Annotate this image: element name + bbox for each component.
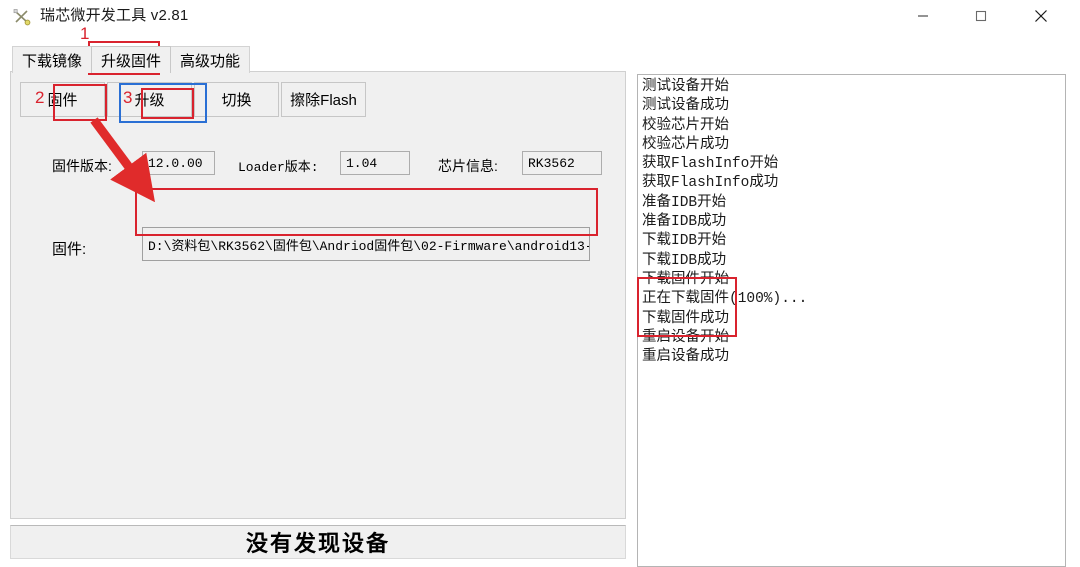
button-label: 固件	[47, 92, 78, 109]
minimize-button[interactable]	[900, 0, 946, 32]
window-body: 下载镜像 升级固件 高级功能 固件 升级 切换 擦除Flash 固件版本: 12…	[0, 33, 1080, 567]
close-icon	[1035, 10, 1047, 22]
tab-upgrade-firmware[interactable]: 升级固件	[91, 46, 172, 73]
tab-label: 高级功能	[180, 52, 241, 70]
window-title: 瑞芯微开发工具 v2.81	[40, 7, 189, 24]
firmware-version-label: 固件版本:	[52, 158, 112, 174]
tools-icon	[12, 7, 32, 27]
log-line: 校验芯片成功	[642, 136, 729, 153]
log-line: 测试设备成功	[642, 98, 729, 115]
log-line: 重启设备开始	[642, 329, 729, 346]
log-line: 获取FlashInfo成功	[642, 175, 779, 192]
log-line: 测试设备开始	[642, 79, 729, 95]
tab-label: 升级固件	[101, 52, 162, 70]
maximize-icon	[975, 10, 987, 22]
title-bar: 瑞芯微开发工具 v2.81	[0, 0, 1080, 34]
chip-info-field: RK3562	[522, 151, 602, 175]
log-line: 重启设备成功	[642, 349, 729, 366]
button-label: 升级	[134, 92, 165, 109]
upgrade-button[interactable]: 升级	[107, 82, 192, 117]
firmware-button[interactable]: 固件	[20, 82, 105, 117]
firmware-path-label: 固件:	[52, 241, 87, 258]
close-button[interactable]	[1018, 0, 1064, 32]
maximize-button[interactable]	[958, 0, 1004, 32]
log-line: 准备IDB成功	[642, 214, 727, 231]
firmware-info-row: 固件版本: 12.0.00 Loader版本: 1.04 芯片信息: RK356…	[10, 151, 616, 179]
action-button-row: 固件 升级 切换 擦除Flash	[20, 82, 368, 117]
chip-info-label: 芯片信息:	[438, 158, 498, 174]
log-line: 校验芯片开始	[642, 117, 729, 134]
tab-advanced-function[interactable]: 高级功能	[170, 46, 251, 73]
tab-strip: 下载镜像 升级固件 高级功能	[12, 44, 251, 73]
switch-button[interactable]: 切换	[194, 82, 279, 117]
log-output-panel[interactable]: 测试设备开始 测试设备成功 校验芯片开始 校验芯片成功 获取FlashInfo开…	[637, 74, 1066, 567]
log-line: 下载IDB开始	[642, 233, 727, 250]
loader-version-label: Loader版本:	[238, 160, 319, 175]
firmware-version-field: 12.0.00	[142, 151, 215, 175]
log-line: 正在下载固件(100%)...	[642, 291, 808, 308]
log-line: 下载IDB成功	[642, 252, 727, 269]
minimize-icon	[918, 15, 928, 17]
log-line: 下载固件开始	[642, 271, 729, 288]
device-status-bar: 没有发现设备	[10, 525, 626, 559]
log-line: 下载固件成功	[642, 310, 729, 327]
button-label: 擦除Flash	[290, 92, 357, 109]
tab-download-image[interactable]: 下载镜像	[12, 46, 93, 73]
tab-label: 下载镜像	[22, 52, 83, 70]
tab-content-panel	[10, 71, 626, 519]
button-label: 切换	[221, 92, 252, 109]
firmware-path-input[interactable]: D:\资料包\RK3562\固件包\Andriod固件包\02-Firmware…	[142, 227, 590, 261]
device-status-text: 没有发现设备	[245, 531, 390, 556]
log-line: 准备IDB开始	[642, 194, 727, 211]
erase-flash-button[interactable]: 擦除Flash	[281, 82, 366, 117]
log-line: 获取FlashInfo开始	[642, 156, 779, 173]
loader-version-field: 1.04	[340, 151, 410, 175]
